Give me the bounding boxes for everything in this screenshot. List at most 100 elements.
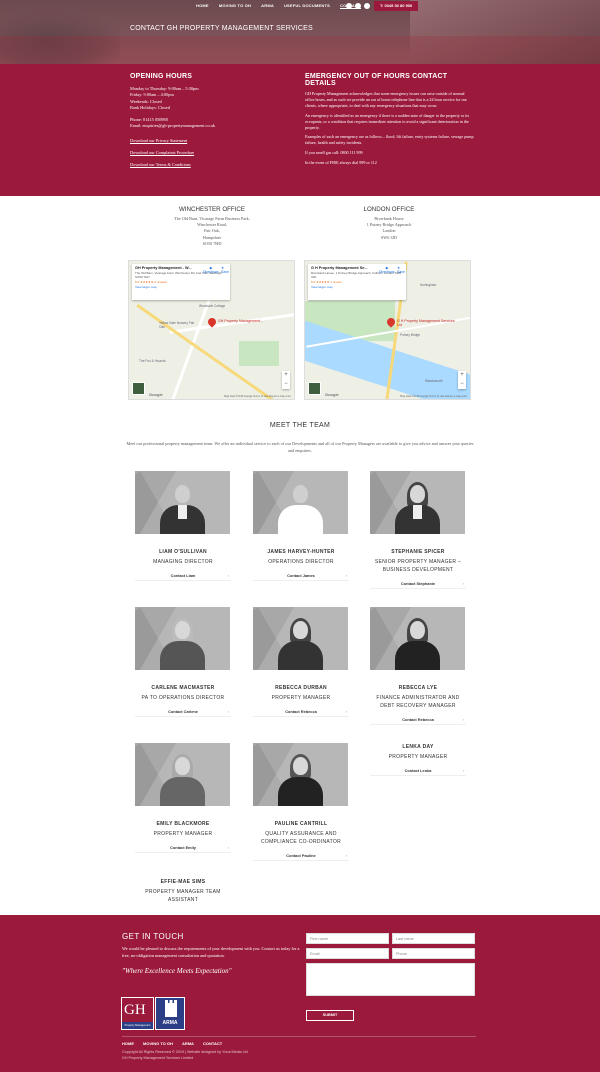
- directions-button[interactable]: ◆ Directions: [379, 266, 395, 274]
- member-photo: [135, 743, 230, 806]
- map-rating[interactable]: 5.0 ★★★★★ 1 review: [311, 280, 403, 284]
- map-place-label: The Fox & Hounds: [139, 359, 166, 363]
- member-photo: [253, 743, 348, 806]
- save-label: Save: [397, 270, 405, 274]
- footer-nav-arma[interactable]: ARMA: [182, 1041, 194, 1046]
- contact-stephanie-button[interactable]: Contact Stephanie ›: [370, 578, 466, 589]
- facebook-icon[interactable]: [346, 3, 352, 9]
- member-role: PROPERTY MANAGER: [388, 754, 448, 760]
- map-pin-label: GH Property Management...: [218, 319, 263, 323]
- contact-lenka-button[interactable]: Contact Lenka ›: [370, 765, 466, 776]
- member-photo: [135, 471, 230, 534]
- email-field[interactable]: Email: [306, 948, 389, 959]
- last-name-field[interactable]: Last name: [392, 933, 475, 944]
- opening-hours: OPENING HOURS Monday to Thursday: 9:00am…: [130, 73, 290, 167]
- footer-nav-home[interactable]: HOME: [122, 1041, 134, 1046]
- member-name: LENKA DAY: [402, 744, 434, 750]
- contact-label: Contact Pauline: [286, 853, 316, 858]
- contact-carlene-button[interactable]: Contact Carlene ›: [135, 706, 231, 717]
- contact-emily-button[interactable]: Contact Emily ›: [135, 842, 231, 853]
- team-member-card: CARLENE MACMASTER PA TO OPERATIONS DIREC…: [135, 607, 231, 717]
- contact-label: Contact Emily: [170, 845, 196, 850]
- chevron-right-icon: ›: [227, 845, 229, 850]
- contact-rebecca-lye-button[interactable]: Contact Rebecca ›: [370, 714, 466, 725]
- member-name: LIAM O'SULLIVAN: [159, 549, 207, 555]
- footer-nav-moving-to-gh[interactable]: MOVING TO GH: [143, 1041, 173, 1046]
- zoom-controls[interactable]: + −: [282, 371, 290, 389]
- team-member-card: REBECCA LYE FINANCE ADMINISTRATOR AND DE…: [370, 607, 466, 725]
- privacy-statement-link[interactable]: Download our Privacy Statement: [130, 138, 290, 143]
- footer-nav-contact[interactable]: CONTACT: [203, 1041, 222, 1046]
- first-name-field[interactable]: First name: [306, 933, 389, 944]
- member-name: REBECCA LYE: [398, 685, 438, 691]
- contact-label: Contact Rebecca: [285, 709, 317, 714]
- map-place-label: Putney Bridge: [400, 333, 421, 337]
- london-map[interactable]: G H Property Management Se... Riverbank …: [304, 260, 471, 400]
- gh-logo-text: GH: [124, 1002, 146, 1018]
- member-photo: [135, 607, 230, 670]
- save-button[interactable]: ★ Save: [397, 266, 405, 274]
- map-road: [168, 294, 213, 399]
- address-line: SO50 7HD: [202, 240, 222, 246]
- member-role: PA TO OPERATIONS DIRECTOR: [141, 695, 225, 701]
- submit-button[interactable]: SUBMIT: [306, 1010, 354, 1021]
- member-name: JAMES HARVEY-HUNTER: [267, 549, 335, 555]
- member-name: PAULINE CANTRILL: [274, 821, 328, 827]
- zoom-controls[interactable]: + −: [458, 371, 466, 389]
- chevron-right-icon: ›: [462, 581, 464, 586]
- map-place-label: Hurlingham: [420, 283, 437, 287]
- save-button[interactable]: ★ Save: [221, 266, 229, 274]
- member-photo: [370, 471, 465, 534]
- phone-button[interactable]: T: 0345 30 80 900: [374, 1, 419, 11]
- get-in-touch-text: We would be pleased to discuss the requi…: [122, 946, 300, 958]
- emergency-paragraph: GH Property Management acknowledges that…: [305, 91, 467, 108]
- footer-nav: HOME MOVING TO GH ARMA CONTACT: [122, 1041, 222, 1046]
- member-name: EFFIE-MAE SIMS: [160, 879, 206, 885]
- view-larger-map-link[interactable]: View larger map: [135, 285, 227, 289]
- save-label: Save: [221, 270, 229, 274]
- emergency-paragraph: An emergency is identified as an emergen…: [305, 112, 470, 130]
- emergency-paragraph: Examples of such an emergency are as fol…: [305, 134, 474, 146]
- member-name: REBECCA DURBAN: [275, 685, 327, 691]
- directions-button[interactable]: ◆ Directions: [203, 266, 219, 274]
- member-role: MANAGING DIRECTOR: [153, 559, 213, 565]
- gh-logo: GH Property Management: [121, 997, 154, 1030]
- get-in-touch-title: GET IN TOUCH: [122, 932, 184, 941]
- satellite-toggle[interactable]: [132, 382, 145, 395]
- hours-line: Bank Holidays: Closed: [130, 104, 170, 110]
- terms-conditions-link[interactable]: Download our Terms & Conditions: [130, 162, 290, 167]
- contact-rebecca-durban-button[interactable]: Contact Rebecca ›: [253, 706, 349, 717]
- team-member-card: LIAM O'SULLIVAN MANAGING DIRECTOR Contac…: [135, 471, 231, 581]
- satellite-toggle[interactable]: [308, 382, 321, 395]
- nav-useful-documents[interactable]: USEFUL DOCUMENTS: [284, 3, 330, 9]
- view-larger-map-link[interactable]: View larger map: [311, 285, 403, 289]
- member-name: EMILY BLACKMORE: [156, 821, 210, 827]
- address-line: SW6 3JD: [380, 234, 398, 240]
- phone-field[interactable]: Phone: [392, 948, 475, 959]
- email-link[interactable]: Email: enquiries@gh-propertymanagement.c…: [130, 123, 290, 129]
- map-footer: Map data ©2019 Google Terms of Use Repor…: [224, 395, 291, 398]
- twitter-icon[interactable]: [355, 3, 361, 9]
- contact-james-button[interactable]: Contact James ›: [253, 570, 349, 581]
- contact-label: Contact James: [287, 573, 315, 578]
- winchester-map[interactable]: GH Property Management - W... The Old Ba…: [128, 260, 295, 400]
- tower-icon: [165, 1000, 177, 1017]
- contact-pauline-button[interactable]: Contact Pauline ›: [253, 850, 349, 861]
- linkedin-icon[interactable]: [364, 3, 370, 9]
- hero-overlay: [0, 36, 600, 64]
- team-member-card: EMILY BLACKMORE PROPERTY MANAGER Contact…: [135, 743, 231, 853]
- contact-liam-button[interactable]: Contact Liam ›: [135, 570, 231, 581]
- complaints-procedure-link[interactable]: Download our Complaints Procedure: [130, 150, 290, 155]
- team-title: MEET THE TEAM: [269, 422, 331, 429]
- google-logo: Google: [149, 392, 163, 397]
- nav-arma[interactable]: ARMA: [261, 3, 274, 9]
- nav-moving-to-gh[interactable]: MOVING TO GH: [219, 3, 251, 9]
- member-role: QUALITY ASSURANCE AND COMPLIANCE CO-ORDI…: [260, 831, 342, 845]
- member-role: PROPERTY MANAGER: [153, 831, 213, 837]
- chevron-right-icon: ›: [462, 717, 464, 722]
- directions-label: Directions: [379, 270, 395, 274]
- arma-logo-text: ARMA: [162, 1020, 178, 1026]
- message-field[interactable]: [306, 963, 475, 996]
- nav-home[interactable]: HOME: [196, 3, 209, 9]
- map-rating[interactable]: 5.0 ★★★★★ 2 reviews: [135, 280, 227, 284]
